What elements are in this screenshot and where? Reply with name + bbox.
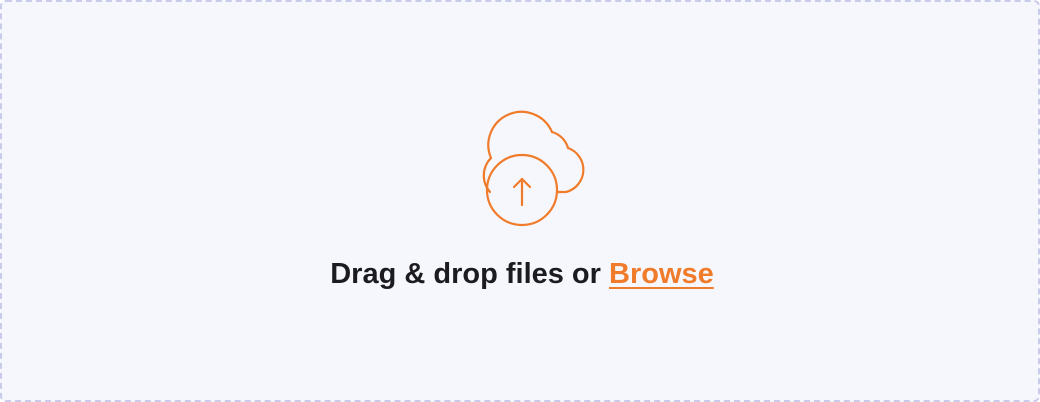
file-dropzone[interactable]: Drag & drop files or Browse — [0, 0, 1040, 402]
browse-link[interactable]: Browse — [609, 258, 714, 290]
dropzone-prompt-text: Drag & drop files or — [330, 258, 601, 290]
cloud-upload-icon — [482, 110, 585, 227]
dropzone-prompt: Drag & drop files or Browse — [2, 254, 1040, 294]
